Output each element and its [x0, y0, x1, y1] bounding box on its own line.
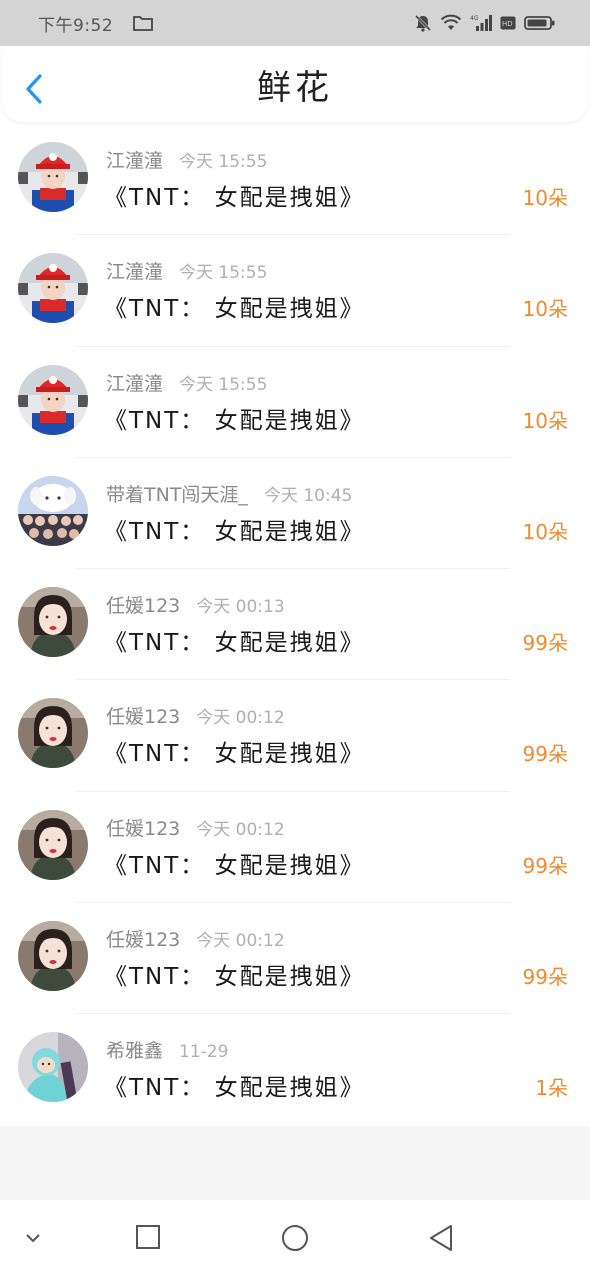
- flower-count: 10朵: [522, 186, 568, 210]
- book-title: 《TNT： 女配是拽姐》: [104, 964, 365, 991]
- book-title: 《TNT： 女配是拽姐》: [104, 1075, 365, 1102]
- book-title: 《TNT： 女配是拽姐》: [104, 296, 365, 323]
- avatar[interactable]: [18, 809, 88, 880]
- flower-count: 10朵: [522, 408, 568, 433]
- timestamp: 今天 00:12: [196, 819, 285, 840]
- book-title: 《TNT： 女配是拽姐》: [104, 185, 365, 211]
- flower-count: 10朵: [522, 297, 568, 322]
- battery-icon: [524, 16, 555, 30]
- flower-record-row[interactable]: 任媛123 今天 00:12 《TNT： 女配是拽姐》 99朵: [0, 792, 590, 904]
- timestamp: 今天 00:12: [196, 931, 285, 952]
- flower-record-row[interactable]: 江潼潼 今天 15:55 《TNT： 女配是拽姐》 10朵: [0, 347, 590, 459]
- flower-count: 99朵: [522, 965, 568, 990]
- flower-count: 99朵: [522, 853, 568, 878]
- record-meta: 任媛123 今天 00:12: [106, 702, 285, 729]
- flower-record-row[interactable]: 任媛123 今天 00:12 《TNT： 女配是拽姐》 99朵: [0, 903, 590, 1015]
- avatar[interactable]: [18, 142, 88, 212]
- flower-record-row[interactable]: 希雅鑫 11-29 《TNT： 女配是拽姐》 1朵: [0, 1014, 590, 1125]
- timestamp: 今天 00:13: [196, 597, 285, 618]
- avatar[interactable]: [18, 253, 88, 324]
- username[interactable]: 江潼潼: [106, 261, 163, 283]
- record-meta: 任媛123 今天 00:13: [106, 591, 285, 618]
- username[interactable]: 希雅鑫: [106, 1040, 163, 1062]
- avatar[interactable]: [18, 364, 88, 435]
- flower-record-row[interactable]: 带着TNT闯天涯_ 今天 10:45 《TNT： 女配是拽姐》 10朵: [0, 458, 590, 570]
- book-title: 《TNT： 女配是拽姐》: [104, 630, 365, 657]
- page-title: 鲜花: [257, 67, 333, 108]
- username[interactable]: 江潼潼: [106, 150, 163, 172]
- flower-count: 99朵: [522, 631, 568, 656]
- home-button[interactable]: [281, 1224, 309, 1252]
- username[interactable]: 任媛123: [106, 595, 180, 617]
- flower-record-row[interactable]: 任媛123 今天 00:13 《TNT： 女配是拽姐》 99朵: [0, 569, 590, 681]
- username[interactable]: 任媛123: [106, 706, 180, 728]
- record-meta: 江潼潼 今天 15:55: [106, 146, 267, 173]
- flower-record-row[interactable]: 任媛123 今天 00:12 《TNT： 女配是拽姐》 99朵: [0, 680, 590, 793]
- page-header: 鲜花: [2, 46, 588, 122]
- status-bar: 下午9:52 4G HD: [0, 0, 590, 46]
- back-button[interactable]: [428, 1224, 454, 1252]
- avatar[interactable]: [18, 698, 88, 769]
- flower-record-row[interactable]: 江潼潼 今天 15:55 《TNT： 女配是拽姐》 10朵: [0, 124, 590, 236]
- book-title: 《TNT： 女配是拽姐》: [104, 518, 365, 545]
- record-meta: 江潼潼 今天 15:55: [106, 369, 267, 396]
- mute-bell-icon: [414, 14, 432, 32]
- list-footer-space: [0, 1126, 590, 1200]
- username[interactable]: 任媛123: [106, 818, 180, 840]
- record-meta: 任媛123 今天 00:12: [106, 925, 285, 952]
- avatar[interactable]: [18, 921, 88, 992]
- chevron-down-icon[interactable]: [24, 1232, 42, 1244]
- status-time: 下午9:52: [38, 15, 114, 36]
- system-nav-bar: [0, 1200, 590, 1280]
- flower-record-row[interactable]: 江潼潼 今天 15:55 《TNT： 女配是拽姐》 10朵: [0, 235, 590, 347]
- avatar[interactable]: [18, 475, 88, 546]
- flower-count: 10朵: [522, 519, 568, 544]
- avatar[interactable]: [18, 587, 88, 658]
- flower-count: 99朵: [522, 742, 568, 767]
- book-title: 《TNT： 女配是拽姐》: [104, 741, 365, 768]
- record-meta: 希雅鑫 11-29: [106, 1036, 228, 1063]
- svg-text:4G: 4G: [470, 15, 479, 22]
- book-title: 《TNT： 女配是拽姐》: [104, 407, 365, 434]
- back-arrow-icon[interactable]: [20, 72, 50, 106]
- timestamp: 今天 15:55: [179, 263, 268, 284]
- hd-icon: HD: [500, 16, 516, 30]
- flower-list: 江潼潼 今天 15:55 《TNT： 女配是拽姐》 10朵 江潼潼 今天 15:55 《TN…: [0, 124, 590, 1126]
- username[interactable]: 任媛123: [106, 929, 180, 951]
- book-title: 《TNT： 女配是拽姐》: [104, 852, 365, 879]
- record-meta: 带着TNT闯天涯_ 今天 10:45: [106, 480, 352, 507]
- flower-count: 1朵: [535, 1076, 568, 1101]
- timestamp: 今天 10:45: [263, 485, 353, 506]
- wifi-icon: [440, 14, 462, 30]
- signal-icon: 4G: [470, 15, 492, 31]
- timestamp: 今天 15:55: [179, 152, 268, 172]
- timestamp: 今天 15:55: [179, 374, 268, 395]
- svg-text:HD: HD: [502, 20, 513, 28]
- record-meta: 江潼潼 今天 15:55: [106, 257, 267, 284]
- record-meta: 任媛123 今天 00:12: [106, 814, 285, 841]
- username[interactable]: 带着TNT闯天涯_: [106, 484, 248, 506]
- timestamp: 今天 00:12: [196, 708, 285, 729]
- username[interactable]: 江潼潼: [106, 373, 163, 395]
- avatar[interactable]: [18, 1032, 88, 1103]
- folder-icon: [133, 16, 154, 31]
- recent-apps-button[interactable]: [135, 1224, 161, 1250]
- timestamp: 11-29: [179, 1042, 229, 1063]
